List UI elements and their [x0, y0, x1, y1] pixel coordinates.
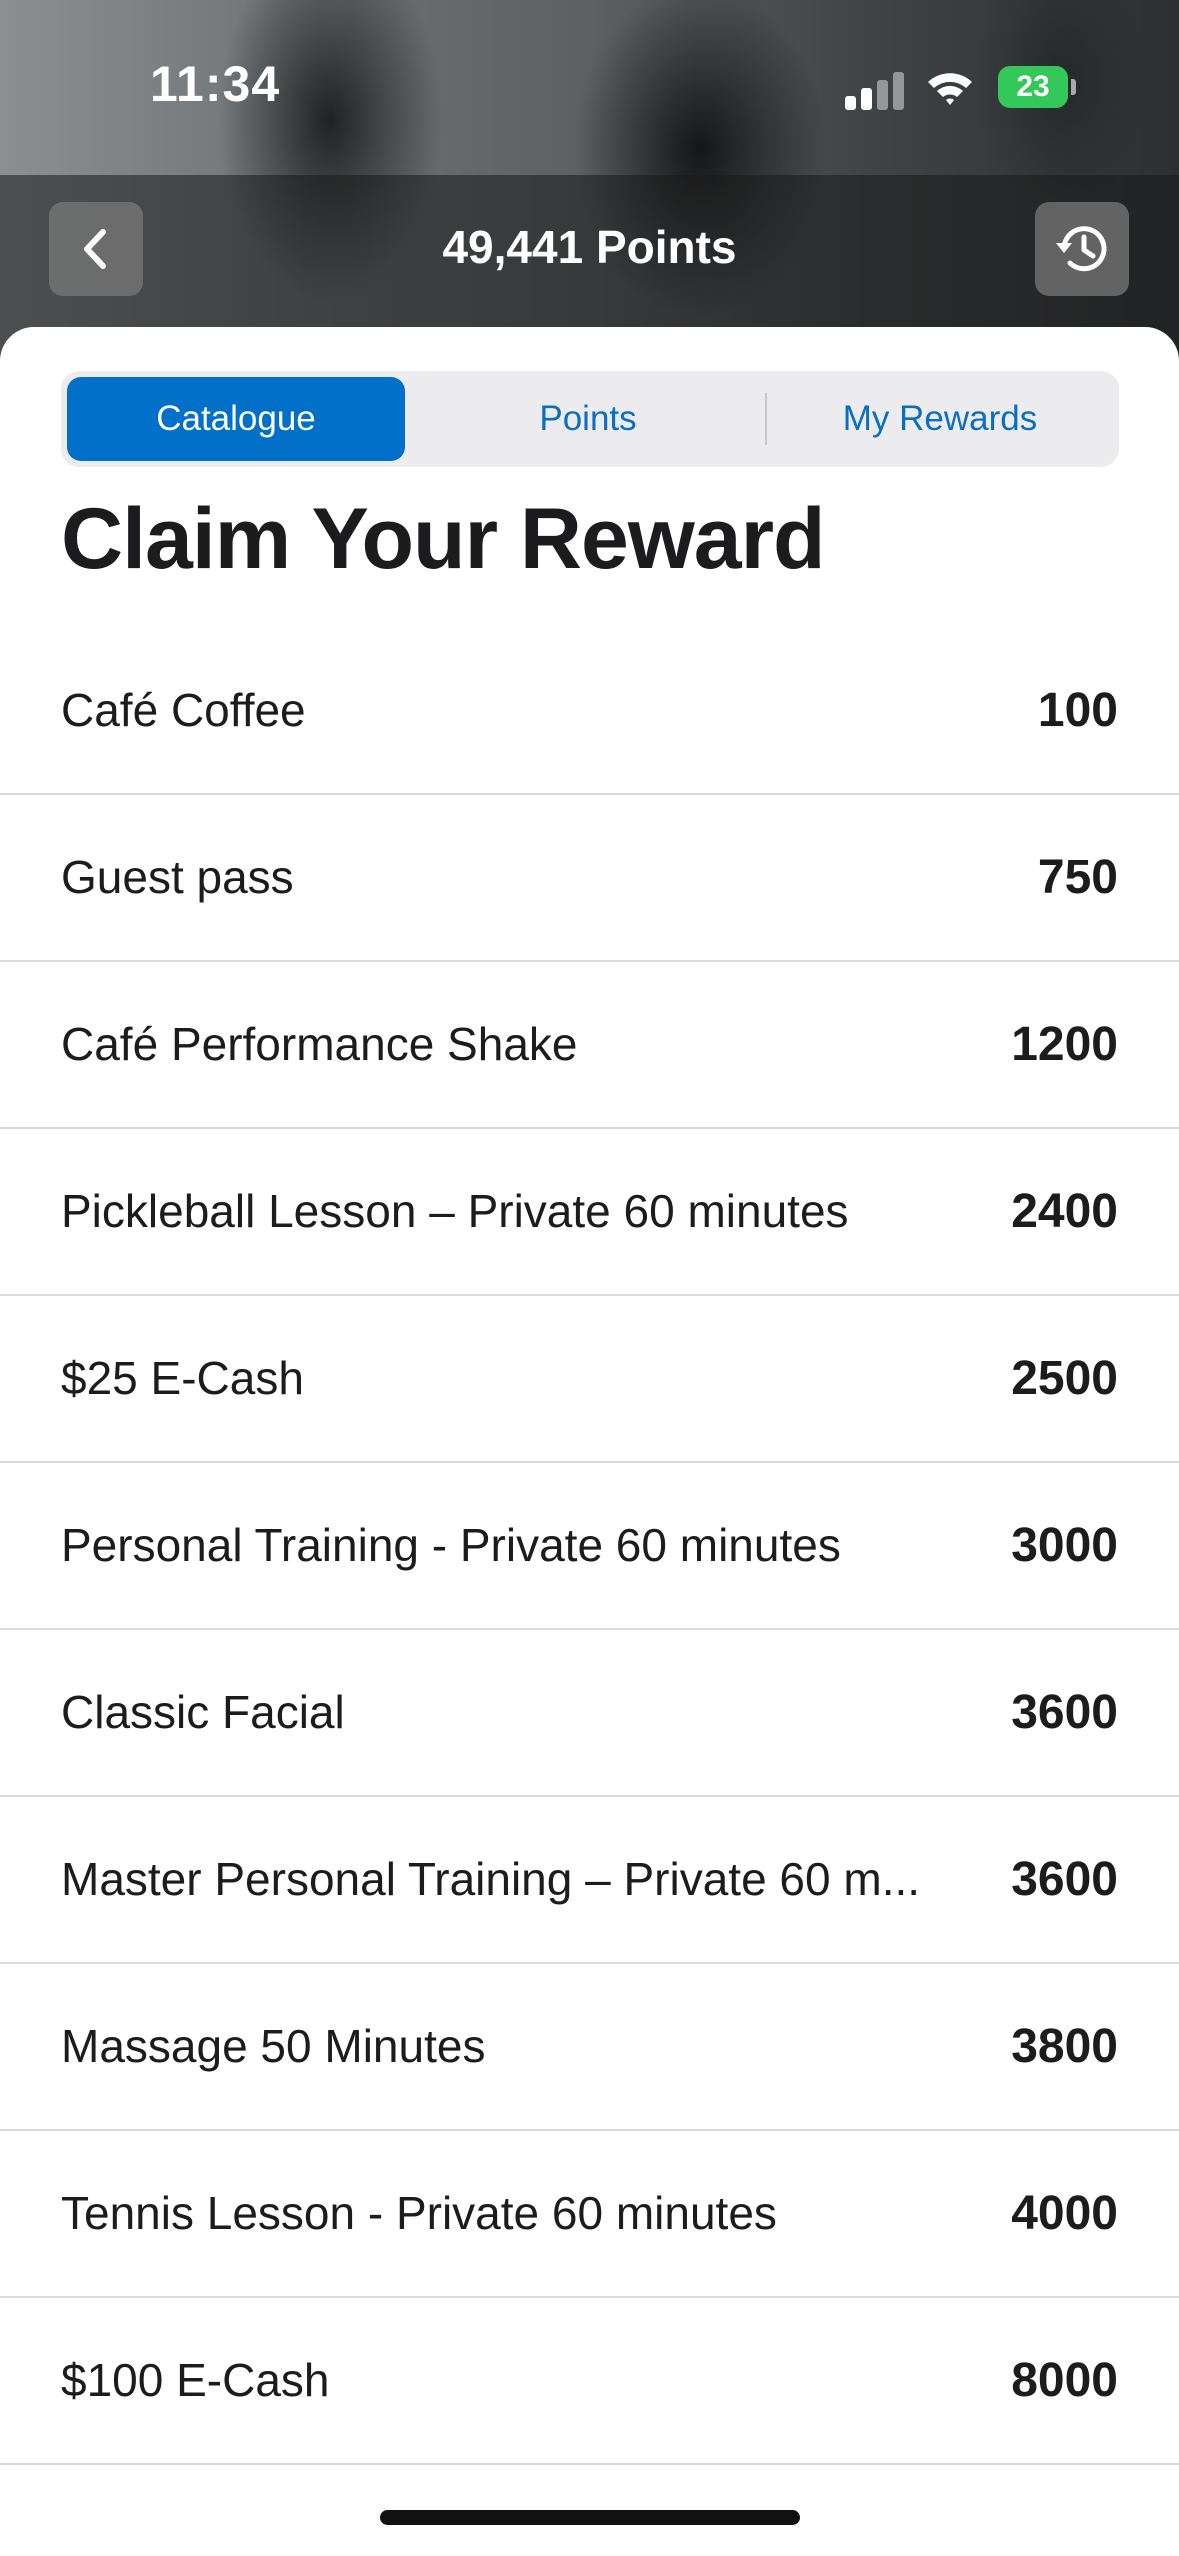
reward-name: $100 E-Cash: [61, 2354, 330, 2406]
reward-row[interactable]: Pickleball Lesson – Private 60 minutes 2…: [0, 1129, 1179, 1296]
reward-points: 100: [1037, 684, 1118, 737]
page-title: Claim Your Reward: [61, 491, 826, 587]
tab-points[interactable]: Points: [411, 371, 765, 467]
reward-row[interactable]: Café Coffee 100: [0, 628, 1179, 795]
reward-row[interactable]: $25 E-Cash 2500: [0, 1296, 1179, 1463]
reward-name: Classic Facial: [61, 1686, 345, 1738]
history-icon: [1056, 226, 1107, 272]
reward-points: 750: [1037, 851, 1118, 904]
reward-points: 3800: [1011, 2020, 1118, 2073]
reward-points: 2400: [1011, 1185, 1118, 1238]
battery-level: 23: [998, 66, 1068, 108]
reward-points: 3600: [1011, 1853, 1118, 1906]
tab-catalogue[interactable]: Catalogue: [67, 377, 405, 461]
reward-row[interactable]: Café Performance Shake 1200: [0, 962, 1179, 1129]
reward-row[interactable]: Personal Training - Private 60 minutes 3…: [0, 1463, 1179, 1630]
reward-name: Master Personal Training – Private 60 m.…: [61, 1853, 921, 1905]
reward-row[interactable]: Massage 50 Minutes 3800: [0, 1964, 1179, 2131]
history-button[interactable]: [1035, 202, 1129, 296]
tab-segmented-control: Catalogue Points My Rewards: [61, 371, 1119, 467]
reward-row[interactable]: $100 E-Cash 8000: [0, 2298, 1179, 2465]
home-indicator[interactable]: [380, 2510, 800, 2525]
reward-name: Café Performance Shake: [61, 1018, 578, 1070]
reward-name: Personal Training - Private 60 minutes: [61, 1519, 841, 1571]
reward-row[interactable]: Master Personal Training – Private 60 m.…: [0, 1797, 1179, 1964]
reward-points: 2500: [1011, 1352, 1118, 1405]
reward-points: 8000: [1011, 2354, 1118, 2407]
reward-row[interactable]: Tennis Lesson - Private 60 minutes 4000: [0, 2131, 1179, 2298]
reward-name: Café Coffee: [61, 684, 306, 736]
battery-icon: 23: [998, 66, 1078, 108]
tab-my-rewards[interactable]: My Rewards: [767, 371, 1113, 467]
wifi-icon: [925, 68, 975, 108]
points-balance-title: 49,441 Points: [442, 221, 737, 273]
reward-row[interactable]: Classic Facial 3600: [0, 1630, 1179, 1797]
cellular-signal-icon: [845, 70, 905, 110]
reward-points: 4000: [1011, 2187, 1118, 2240]
reward-name: $25 E-Cash: [61, 1352, 304, 1404]
reward-points: 3000: [1011, 1519, 1118, 1572]
reward-name: Massage 50 Minutes: [61, 2020, 486, 2072]
rewards-list: Café Coffee 100 Guest pass 750 Café Perf…: [0, 628, 1179, 2465]
reward-name: Tennis Lesson - Private 60 minutes: [61, 2187, 777, 2239]
status-time: 11:34: [150, 56, 281, 112]
reward-points: 1200: [1011, 1018, 1118, 1071]
reward-row[interactable]: Guest pass 750: [0, 795, 1179, 962]
reward-name: Pickleball Lesson – Private 60 minutes: [61, 1185, 849, 1237]
reward-name: Guest pass: [61, 851, 294, 903]
reward-points: 3600: [1011, 1686, 1118, 1739]
